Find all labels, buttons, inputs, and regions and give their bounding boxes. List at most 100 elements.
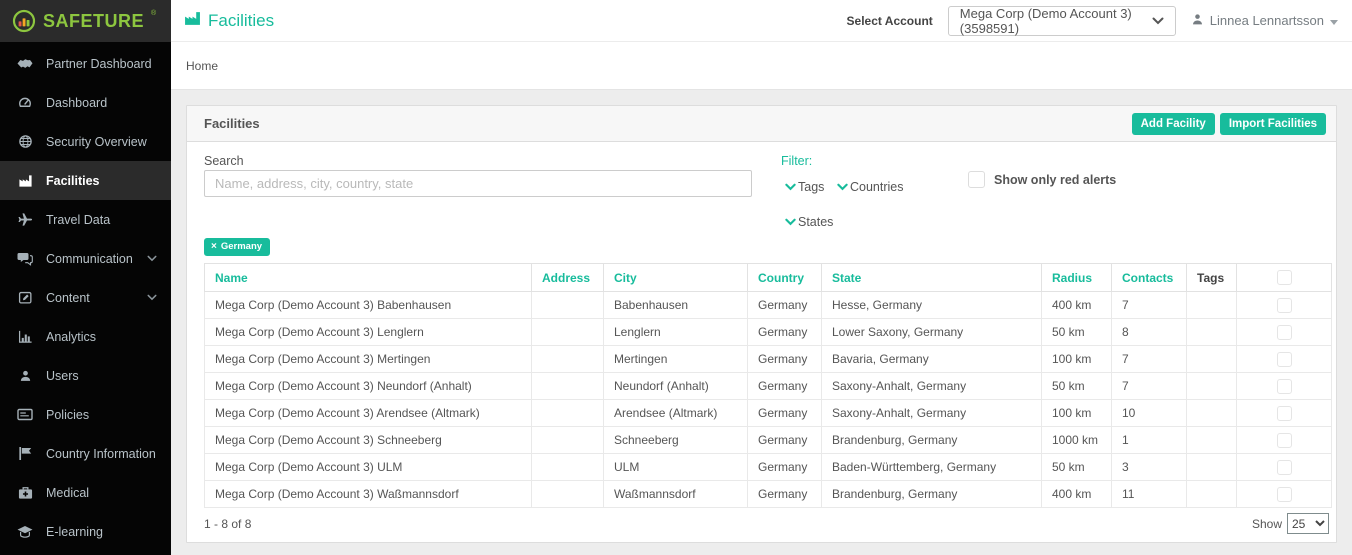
user-menu[interactable]: Linnea Lennartsson: [1191, 13, 1338, 29]
sidebar-item-label: Country Information: [46, 447, 156, 461]
filter-states[interactable]: States: [785, 215, 833, 229]
sidebar-item-users[interactable]: Users: [0, 356, 171, 395]
cell-contacts: 7: [1112, 292, 1187, 319]
cell-select: [1237, 481, 1332, 508]
brand-logo[interactable]: SAFETURE ®: [0, 0, 171, 42]
table-row[interactable]: Mega Corp (Demo Account 3) Arendsee (Alt…: [205, 400, 1332, 427]
row-checkbox[interactable]: [1277, 298, 1292, 313]
cell-select: [1237, 346, 1332, 373]
column-header-state[interactable]: State: [822, 264, 1042, 292]
sidebar-item-security-overview[interactable]: Security Overview: [0, 122, 171, 161]
sidebar-item-dashboard[interactable]: Dashboard: [0, 83, 171, 122]
brand-logo-icon: [12, 9, 36, 38]
select-account-label: Select Account: [847, 14, 933, 28]
app-root: SAFETURE ® Partner DashboardDashboard Sec…: [0, 0, 1352, 555]
select-all-checkbox[interactable]: [1277, 270, 1292, 285]
cell-name: Mega Corp (Demo Account 3) Schneeberg: [205, 427, 532, 454]
filter-countries[interactable]: Countries: [837, 180, 904, 194]
row-checkbox[interactable]: [1277, 487, 1292, 502]
remove-tag-icon[interactable]: ×: [211, 242, 217, 251]
sidebar-item-label: Users: [46, 369, 79, 383]
cell-contacts: 3: [1112, 454, 1187, 481]
add-facility-button[interactable]: Add Facility: [1132, 113, 1215, 135]
table-footer: 1 - 8 of 8 Show 25: [204, 513, 1329, 534]
cell-tags: [1187, 346, 1237, 373]
cell-tags: [1187, 427, 1237, 454]
row-checkbox[interactable]: [1277, 406, 1292, 421]
sidebar-item-facilities[interactable]: Facilities: [0, 161, 171, 200]
sidebar-item-communication[interactable]: Communication: [0, 239, 171, 278]
sidebar-item-policies[interactable]: Policies: [0, 395, 171, 434]
row-checkbox[interactable]: [1277, 433, 1292, 448]
cell-radius: 400 km: [1042, 292, 1112, 319]
column-header-country[interactable]: Country: [748, 264, 822, 292]
column-header-tags: Tags: [1187, 264, 1237, 292]
cell-name: Mega Corp (Demo Account 3) Arendsee (Alt…: [205, 400, 532, 427]
medkit-icon: [17, 485, 33, 500]
page-title-label: Facilities: [208, 11, 274, 31]
active-tag-chip[interactable]: × Germany: [204, 238, 270, 256]
filter-label: Filter:: [781, 154, 812, 168]
table-row[interactable]: Mega Corp (Demo Account 3) Babenhausen Ba…: [205, 292, 1332, 319]
flag-icon: [17, 446, 33, 461]
chevron-down-icon: [837, 183, 848, 191]
cell-country: Germany: [748, 400, 822, 427]
account-select[interactable]: Mega Corp (Demo Account 3) (3598591): [948, 6, 1176, 36]
cell-country: Germany: [748, 319, 822, 346]
cell-name: Mega Corp (Demo Account 3) Babenhausen: [205, 292, 532, 319]
table-row[interactable]: Mega Corp (Demo Account 3) SchneebergSch…: [205, 427, 1332, 454]
sidebar-item-e-learning[interactable]: E-learning: [0, 512, 171, 551]
cell-state: Saxony-Anhalt, Germany: [822, 373, 1042, 400]
row-checkbox[interactable]: [1277, 325, 1292, 340]
column-header-name[interactable]: Name: [205, 264, 532, 292]
search-input[interactable]: [204, 170, 752, 197]
column-header-address[interactable]: Address: [532, 264, 604, 292]
sidebar-item-analytics[interactable]: Analytics: [0, 317, 171, 356]
sidebar-item-medical[interactable]: Medical: [0, 473, 171, 512]
sidebar-item-partner-dashboard[interactable]: Partner Dashboard: [0, 44, 171, 83]
sidebar-item-country-information[interactable]: Country Information: [0, 434, 171, 473]
cell-name: Mega Corp (Demo Account 3) Neundorf (Anh…: [205, 373, 532, 400]
sidebar-item-content[interactable]: Content: [0, 278, 171, 317]
cell-address: [532, 400, 604, 427]
cell-contacts: 8: [1112, 319, 1187, 346]
table-row[interactable]: Mega Corp (Demo Account 3) WaßmannsdorfW…: [205, 481, 1332, 508]
table-row[interactable]: Mega Corp (Demo Account 3) MertingenMert…: [205, 346, 1332, 373]
table-row[interactable]: Mega Corp (Demo Account 3) ULMULMGermany…: [205, 454, 1332, 481]
sidebar-item-travel-data[interactable]: Travel Data: [0, 200, 171, 239]
table-row[interactable]: Mega Corp (Demo Account 3) Neundorf (Anh…: [205, 373, 1332, 400]
row-checkbox[interactable]: [1277, 379, 1292, 394]
cell-state: Hesse, Germany: [822, 292, 1042, 319]
cell-city: Babenhausen: [604, 292, 748, 319]
topbar: Facilities Select Account Mega Corp (Dem…: [171, 0, 1352, 42]
column-header-select: [1237, 264, 1332, 292]
page-size-select[interactable]: 25: [1287, 513, 1329, 534]
column-header-contacts[interactable]: Contacts: [1112, 264, 1187, 292]
content: Facilities Add Facility Import Facilitie…: [171, 90, 1352, 555]
column-header-city[interactable]: City: [604, 264, 748, 292]
sidebar-item-label: Facilities: [46, 174, 100, 188]
panel-title: Facilities: [204, 116, 260, 131]
sidebar-item-label: Security Overview: [46, 135, 147, 149]
cell-radius: 1000 km: [1042, 427, 1112, 454]
table-row[interactable]: Mega Corp (Demo Account 3) LenglernLengl…: [205, 319, 1332, 346]
filter-tags[interactable]: Tags: [785, 180, 824, 194]
row-checkbox[interactable]: [1277, 460, 1292, 475]
active-tag-label: Germany: [221, 241, 262, 252]
panel-actions: Add Facility Import Facilities: [1132, 113, 1326, 135]
cell-address: [532, 454, 604, 481]
cell-state: Lower Saxony, Germany: [822, 319, 1042, 346]
chevron-down-icon: [1152, 13, 1164, 28]
filter-tags-label: Tags: [798, 180, 824, 194]
brand-name: SAFETURE: [43, 9, 144, 33]
column-header-radius[interactable]: Radius: [1042, 264, 1112, 292]
globe-icon: [17, 134, 33, 149]
red-alerts-checkbox[interactable]: [968, 171, 985, 188]
row-checkbox[interactable]: [1277, 352, 1292, 367]
import-facilities-button[interactable]: Import Facilities: [1220, 113, 1326, 135]
breadcrumb: Home: [171, 42, 1352, 90]
breadcrumb-home[interactable]: Home: [186, 59, 218, 73]
pen-square-icon: [17, 290, 33, 305]
cell-tags: [1187, 292, 1237, 319]
cell-city: Mertingen: [604, 346, 748, 373]
